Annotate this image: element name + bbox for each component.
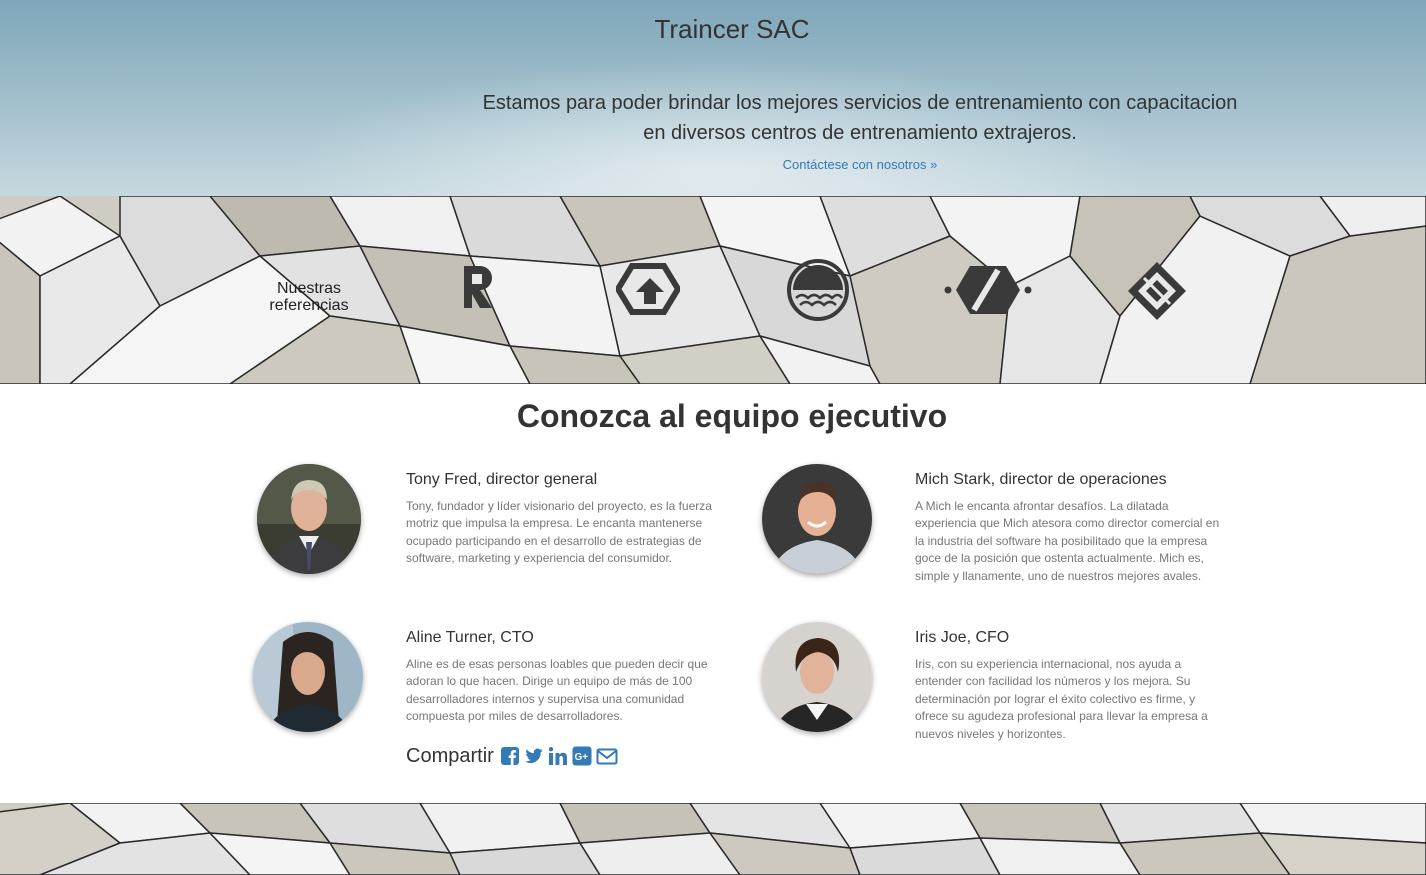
member-bio: Aline es de esas personas loables que pu… [406,657,708,724]
share-bar: Compartir G+ [406,742,620,770]
architecture-background [0,803,1426,875]
references-label: Nuestras referencias [269,280,349,314]
dot-hexagon-logo-icon[interactable] [944,262,1032,318]
contact-link[interactable]: Contáctese con nosotros » [760,157,960,172]
share-label: Compartir [406,744,494,767]
hero-title: Traincer SAC [654,14,810,44]
facebook-icon[interactable] [500,746,520,766]
hero-section: Traincer SAC Estamos para poder brindar … [0,0,1426,196]
member-bio: A Mich le encanta afrontar desafíos. La … [915,499,1220,583]
member-bio: Tony, fundador y líder visionario del pr… [406,499,712,566]
member-name: Iris Joe, CFO [915,629,1010,646]
avatar-aline [253,622,363,732]
member-bio: Iris, con su experiencia internacional, … [915,657,1208,741]
avatar-mich [762,464,872,574]
r-logo-icon[interactable] [458,264,498,312]
svg-text:G+: G+ [574,752,588,763]
member-name: Mich Stark, director de operaciones [915,471,1167,488]
linkedin-icon[interactable] [548,746,568,766]
diamond-square-logo-icon[interactable] [1126,260,1188,322]
hexagon-arrow-logo-icon[interactable] [616,262,680,316]
references-band: Nuestras referencias [0,196,1426,384]
envelope-icon[interactable] [596,746,618,766]
member-name: Aline Turner, CTO [406,629,534,646]
footer-band [0,803,1426,875]
hero-text: Estamos para poder brindar los mejores s… [482,92,1238,144]
twitter-icon[interactable] [524,746,544,766]
team-title: Conozca al equipo ejecutivo [516,398,948,434]
avatar-iris [762,622,872,732]
member-name: Tony Fred, director general [406,471,598,488]
google-plus-icon[interactable]: G+ [572,746,592,766]
architecture-background [0,196,1426,384]
waves-circle-logo-icon[interactable] [786,258,850,322]
avatar-tony [257,464,361,574]
